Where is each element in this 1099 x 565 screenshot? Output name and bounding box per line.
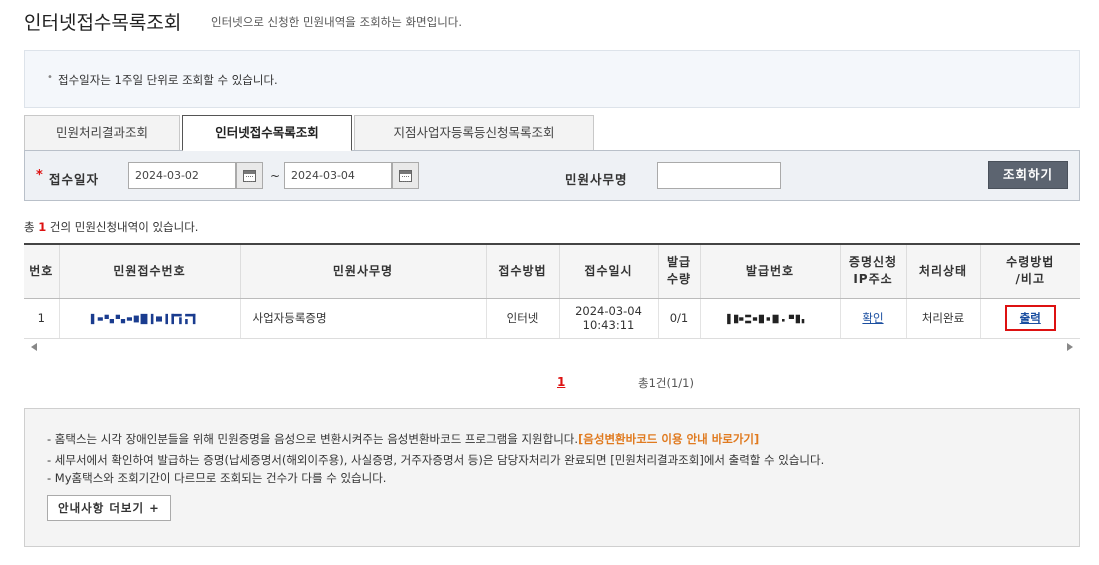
count-suffix: 건의 민원신청내역이 있습니다.: [49, 220, 199, 234]
col-header: 번호: [24, 243, 59, 299]
count-number: 1: [38, 220, 47, 234]
required-icon: *: [36, 168, 43, 183]
info-line-certificate: - 세무서에서 확인하여 발급하는 증명(납세증명서(해외이주용), 사실증명,…: [47, 453, 825, 467]
date-range-separator: ~: [270, 169, 281, 183]
cell-status: 처리완료: [905, 298, 980, 339]
more-info-button[interactable]: 안내사항 더보기 +: [47, 495, 171, 521]
info-voice-text: - 홈택스는 시각 장애인분들을 위해 민원증명을 음성으로 변환시켜주는 음성…: [47, 432, 579, 446]
calendar-from-button[interactable]: [236, 162, 263, 189]
date-from-input[interactable]: 2024-03-02: [128, 162, 236, 189]
voice-barcode-link[interactable]: [음성변환바코드 이용 안내 바로가기]: [578, 432, 759, 446]
info-line-period: - My홈택스와 조회기간이 다르므로 조회되는 건수가 다를 수 있습니다.: [47, 471, 387, 485]
calendar-to-button[interactable]: [392, 162, 419, 189]
col-header: 발급번호: [699, 243, 840, 299]
tab-internet-receipt-list[interactable]: 인터넷접수목록조회: [182, 115, 352, 151]
ip-confirm-link[interactable]: 확인: [862, 311, 883, 325]
masked-issue-number: [727, 313, 805, 324]
col-header: 접수방법: [485, 243, 559, 299]
calendar-icon: [243, 169, 256, 182]
result-count: 총 1 건의 민원신청내역이 있습니다.: [24, 219, 198, 235]
info-box: - 홈택스는 시각 장애인분들을 위해 민원증명을 음성으로 변환시켜주는 음성…: [24, 408, 1080, 547]
calendar-icon: [399, 169, 412, 182]
col-header: 민원사무명: [239, 243, 486, 299]
col-header: 증명신청 IP주소: [839, 243, 906, 299]
horizontal-scrollbar[interactable]: [24, 339, 1080, 356]
count-prefix: 총: [24, 220, 35, 234]
office-name-input[interactable]: [657, 162, 781, 189]
table-header-row: 번호 민원접수번호 민원사무명 접수방법 접수일시 발급 수량 발급번호 증명신…: [24, 243, 1080, 299]
col-header: 발급 수량: [657, 243, 700, 299]
cell-office-name: 사업자등록증명: [239, 298, 486, 339]
search-panel: * 접수일자 2024-03-02 ~ 2024-03-04 민원사무명 조회하…: [24, 150, 1080, 201]
received-time: 10:43:11: [582, 318, 635, 332]
cell-method: 인터넷: [485, 298, 559, 339]
cell-action: 출력: [979, 298, 1080, 339]
info-line-voice: - 홈택스는 시각 장애인분들을 위해 민원증명을 음성으로 변환시켜주는 음성…: [47, 431, 759, 447]
page-total: 총1건(1/1): [638, 376, 694, 390]
notice-box: • 접수일자는 1주일 단위로 조회할 수 있습니다.: [24, 50, 1080, 108]
receipt-table: 번호 민원접수번호 민원사무명 접수방법 접수일시 발급 수량 발급번호 증명신…: [24, 243, 1080, 339]
cell-no: 1: [24, 298, 59, 339]
col-header: 처리상태: [905, 243, 980, 299]
page-subtitle: 인터넷으로 신청한 민원내역을 조회하는 화면입니다.: [211, 15, 463, 29]
office-name-label: 민원사무명: [565, 172, 628, 187]
cell-ip-address: 확인: [839, 298, 906, 339]
masked-receipt-number: [90, 313, 195, 324]
date-label: 접수일자: [49, 172, 100, 187]
col-header: 민원접수번호: [58, 243, 240, 299]
page-title: 인터넷접수목록조회: [24, 12, 182, 34]
date-to-input[interactable]: 2024-03-04: [284, 162, 392, 189]
tab-result-inquiry[interactable]: 민원처리결과조회: [24, 115, 180, 151]
cell-receipt-number-masked: [58, 298, 240, 339]
scroll-left-icon[interactable]: [31, 343, 37, 351]
tab-branch-registration-list[interactable]: 지점사업자등록등신청목록조회: [354, 115, 594, 151]
table-row: 1 사업자등록증명 인터넷 2024-03-04 10:43:11 0/1 확인…: [24, 298, 1080, 339]
cell-issue-number-masked: [699, 298, 840, 339]
col-header: 수령방법 /비고: [979, 243, 1080, 299]
search-button[interactable]: 조회하기: [988, 161, 1068, 189]
page-number-current[interactable]: 1: [557, 375, 565, 389]
print-link[interactable]: 출력: [1004, 305, 1056, 331]
cell-qty: 0/1: [657, 298, 700, 339]
notice-text: 접수일자는 1주일 단위로 조회할 수 있습니다.: [58, 73, 278, 87]
cell-received-datetime: 2024-03-04 10:43:11: [558, 298, 658, 339]
col-header: 접수일시: [558, 243, 658, 299]
scroll-right-icon[interactable]: [1067, 343, 1073, 351]
bullet-icon: •: [47, 72, 53, 83]
received-date: 2024-03-04: [575, 304, 642, 318]
